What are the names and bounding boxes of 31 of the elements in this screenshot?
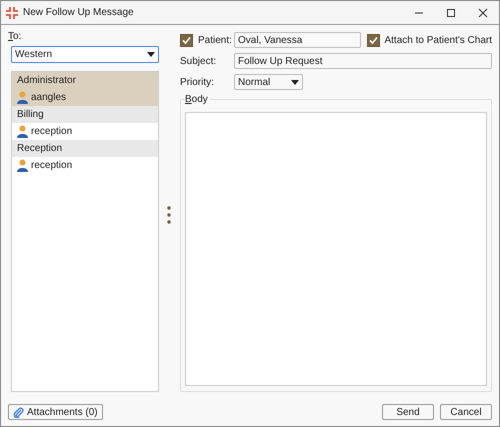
patient-label: Patient:: [198, 34, 232, 48]
checkbox[interactable]: [180, 34, 193, 46]
cancel-button[interactable]: Cancel: [440, 404, 492, 420]
caret-icon: [147, 52, 155, 57]
location-dropdown[interactable]: Western: [11, 46, 159, 63]
recipient-name[interactable]: reception: [31, 158, 72, 173]
group-header[interactable]: Reception: [12, 140, 158, 157]
subject-field[interactable]: Follow Up Request: [234, 53, 492, 69]
person-icon: [17, 125, 28, 138]
send-button[interactable]: Send: [382, 404, 434, 420]
attach-label: Attach to Patient's Chart: [384, 34, 492, 48]
app-logo-icon: [6, 6, 18, 18]
checkbox[interactable]: [367, 34, 380, 46]
priority-label: Priority:: [180, 76, 215, 90]
close-icon: [478, 8, 488, 18]
to-label: To:: [8, 31, 22, 42]
priority-dropdown[interactable]: Normal: [234, 74, 303, 90]
person-icon: [17, 159, 28, 172]
attachments-button[interactable]: Attachments (0): [8, 404, 103, 420]
maximize-icon: [446, 8, 456, 18]
body-label: Body: [185, 94, 210, 105]
caret-icon: [291, 80, 299, 84]
group-header[interactable]: Administrator: [12, 72, 158, 89]
person-icon: [17, 91, 28, 104]
paperclip-icon: [13, 406, 24, 418]
window-title: New Follow Up Message: [23, 6, 134, 20]
patient-field[interactable]: Oval, Vanessa: [234, 32, 362, 48]
group-header[interactable]: Billing: [12, 106, 158, 123]
splitter-handle-icon[interactable]: [167, 206, 171, 224]
subject-label: Subject:: [180, 54, 218, 68]
recipient-name[interactable]: reception: [31, 124, 72, 139]
